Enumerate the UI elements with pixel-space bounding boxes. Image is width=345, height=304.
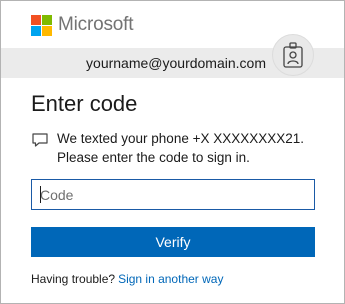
verify-button[interactable]: Verify	[31, 227, 315, 257]
brand-name: Microsoft	[58, 14, 134, 35]
message-line-2: Please enter the code to sign in.	[57, 150, 250, 165]
microsoft-logo-icon	[31, 14, 52, 36]
logo-square-green	[42, 14, 52, 25]
logo-square-blue	[31, 25, 41, 36]
sign-in-dialog: Microsoft yourname@yourdomain.com Enter …	[0, 0, 345, 304]
badge-id-icon	[272, 34, 314, 76]
message-text: We texted your phone +X XXXXXXXX21. Plea…	[57, 129, 304, 167]
logo-square-yellow	[42, 25, 52, 36]
account-email: yourname@yourdomain.com	[86, 55, 266, 71]
message-line-1: We texted your phone +X XXXXXXXX21.	[57, 131, 305, 146]
sign-in-another-way-link[interactable]: Sign in another way	[118, 272, 223, 286]
code-input[interactable]	[31, 179, 315, 210]
page-title: Enter code	[31, 91, 138, 116]
microsoft-logo: Microsoft	[31, 14, 133, 36]
sms-message-icon	[32, 133, 48, 147]
help-row: Having trouble? Sign in another way	[31, 271, 223, 287]
text-cursor	[40, 186, 41, 203]
sms-message: We texted your phone +X XXXXXXXX21. Plea…	[31, 129, 321, 167]
help-prompt: Having trouble?	[31, 272, 116, 286]
logo-square-red	[31, 14, 41, 25]
